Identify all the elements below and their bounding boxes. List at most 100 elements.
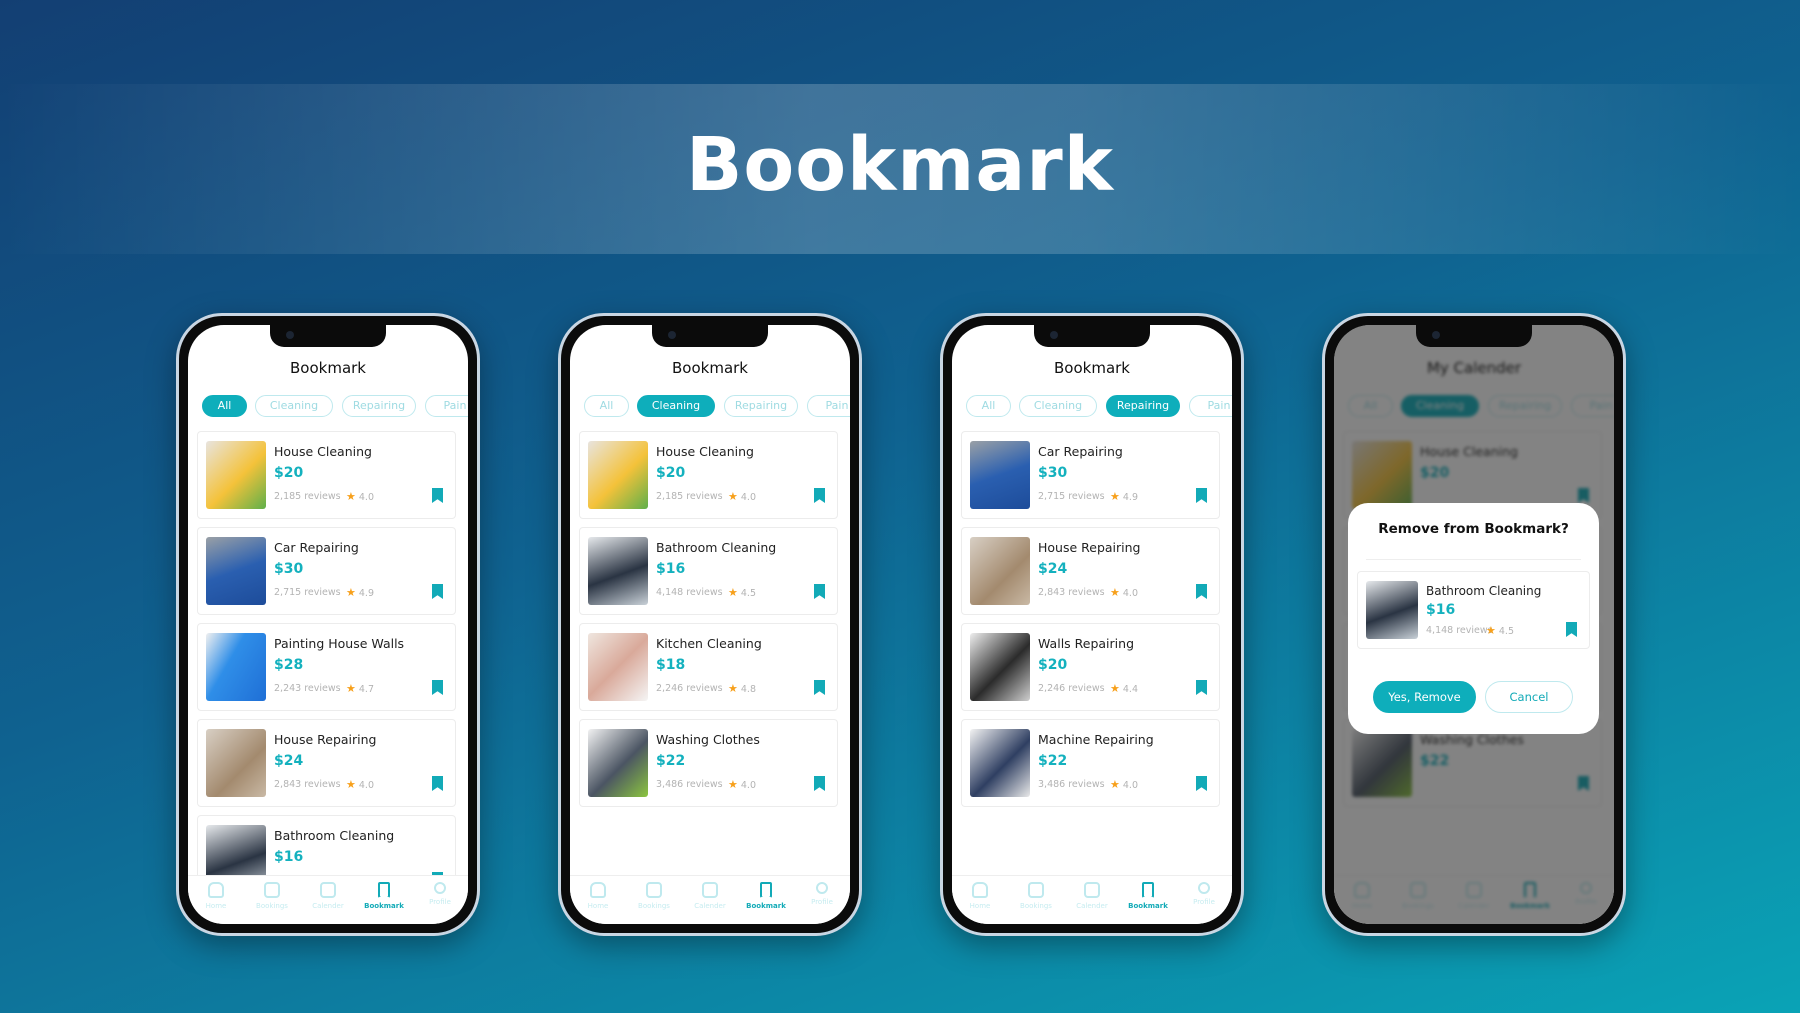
bookmark-card[interactable]: Bathroom Cleaning $16 4,148 reviews ★ 4.5 bbox=[579, 527, 838, 615]
nav-label: Bookings bbox=[1020, 902, 1052, 910]
bookmark-card[interactable]: House Cleaning $20 2,185 reviews ★ 4.0 bbox=[197, 431, 456, 519]
service-name: Bathroom Cleaning bbox=[656, 540, 777, 555]
bookmark-card[interactable]: Painting House Walls $28 2,243 reviews ★ 4.7 bbox=[197, 623, 456, 711]
filter-chip-pain[interactable]: Pain bbox=[1189, 395, 1232, 417]
bookmark-card[interactable]: Kitchen Cleaning $18 2,246 reviews ★ 4.8 bbox=[579, 623, 838, 711]
filter-chip-all[interactable]: All bbox=[202, 395, 247, 417]
filter-chip-cleaning[interactable]: Cleaning bbox=[255, 395, 333, 417]
bookmark-card[interactable]: Car Repairing $30 2,715 reviews ★ 4.9 bbox=[961, 431, 1220, 519]
bookmark-icon[interactable] bbox=[1196, 680, 1207, 695]
service-price: $22 bbox=[1038, 753, 1068, 769]
phone-mockup: Bookmark All Cleaning Repairing Pain House Cl… bbox=[558, 313, 862, 936]
cancel-button[interactable]: Cancel bbox=[1485, 681, 1573, 713]
bookmark-icon[interactable] bbox=[1566, 622, 1577, 637]
nav-calender[interactable]: Calender bbox=[1064, 876, 1120, 924]
nav-home[interactable]: Home bbox=[952, 876, 1008, 924]
nav-label: Bookings bbox=[638, 902, 670, 910]
nav-calender[interactable]: Calender bbox=[300, 876, 356, 924]
bookmark-icon[interactable] bbox=[432, 680, 443, 695]
service-image bbox=[970, 633, 1030, 701]
nav-bookmark[interactable]: Bookmark bbox=[356, 876, 412, 924]
bookmark-card[interactable]: House Repairing $24 2,843 reviews ★ 4.0 bbox=[961, 527, 1220, 615]
rating: ★ 4.0 bbox=[346, 778, 374, 791]
bookmark-icon[interactable] bbox=[814, 488, 825, 503]
bookmark-card[interactable]: House Repairing $24 2,843 reviews ★ 4.0 bbox=[197, 719, 456, 807]
bookmark-icon[interactable] bbox=[1196, 488, 1207, 503]
phone-notch bbox=[652, 325, 768, 347]
service-price: $28 bbox=[274, 657, 304, 673]
calendar-icon bbox=[1084, 882, 1100, 898]
nav-calender[interactable]: Calender bbox=[682, 876, 738, 924]
phone-mockup: Bookmark All Cleaning Repairing Pain House Cl… bbox=[176, 313, 480, 936]
nav-label: Calender bbox=[312, 902, 344, 910]
home-icon bbox=[590, 882, 606, 898]
filter-chip-all[interactable]: All bbox=[966, 395, 1011, 417]
bookings-icon bbox=[264, 882, 280, 898]
filter-chip-pain[interactable]: Pain bbox=[807, 395, 850, 417]
rating: ★ 4.9 bbox=[1110, 490, 1138, 503]
nav-bookmark[interactable]: Bookmark bbox=[1120, 876, 1176, 924]
bookmark-card[interactable]: Washing Clothes $22 3,486 reviews ★ 4.0 bbox=[579, 719, 838, 807]
bookmark-card[interactable]: Bathroom Cleaning $16 4,148 reviews ★ 4.5 bbox=[1357, 571, 1590, 649]
nav-profile[interactable]: Profile bbox=[412, 876, 468, 924]
bookmark-icon[interactable] bbox=[432, 776, 443, 791]
bookmark-card[interactable]: Machine Repairing $22 3,486 reviews ★ 4.0 bbox=[961, 719, 1220, 807]
rating-value: 4.8 bbox=[740, 684, 756, 695]
nav-bookings[interactable]: Bookings bbox=[1008, 876, 1064, 924]
bookmark-icon[interactable] bbox=[814, 584, 825, 599]
nav-bookmark[interactable]: Bookmark bbox=[738, 876, 794, 924]
nav-profile[interactable]: Profile bbox=[794, 876, 850, 924]
review-count: 3,486 reviews bbox=[656, 779, 723, 790]
nav-label: Profile bbox=[1193, 898, 1215, 906]
filter-chip-repairing[interactable]: Repairing bbox=[724, 395, 798, 417]
screen-title: Bookmark bbox=[672, 359, 748, 377]
bookmark-icon[interactable] bbox=[432, 584, 443, 599]
service-name: House Repairing bbox=[1038, 540, 1141, 555]
service-price: $16 bbox=[1426, 602, 1456, 618]
review-count: 2,843 reviews bbox=[1038, 587, 1105, 598]
nav-label: Profile bbox=[811, 898, 833, 906]
rating: ★ 4.0 bbox=[1110, 778, 1138, 791]
bookmark-icon[interactable] bbox=[1196, 584, 1207, 599]
filter-chip-all[interactable]: All bbox=[584, 395, 629, 417]
bookmark-icon[interactable] bbox=[814, 776, 825, 791]
rating-value: 4.0 bbox=[740, 780, 756, 791]
bookings-icon bbox=[646, 882, 662, 898]
rating-value: 4.7 bbox=[358, 684, 374, 695]
service-image bbox=[206, 441, 266, 509]
bookmark-icon[interactable] bbox=[814, 680, 825, 695]
nav-bookings[interactable]: Bookings bbox=[244, 876, 300, 924]
filter-chip-repairing[interactable]: Repairing bbox=[1106, 395, 1180, 417]
filter-chip-pain[interactable]: Pain bbox=[425, 395, 468, 417]
rating: ★ 4.0 bbox=[728, 490, 756, 503]
nav-label: Calender bbox=[1076, 902, 1108, 910]
review-count: 2,246 reviews bbox=[1038, 683, 1105, 694]
nav-label: Bookings bbox=[256, 902, 288, 910]
filter-chip-repairing[interactable]: Repairing bbox=[342, 395, 416, 417]
confirm-remove-button[interactable]: Yes, Remove bbox=[1373, 681, 1476, 713]
profile-icon bbox=[816, 882, 828, 894]
service-image bbox=[206, 729, 266, 797]
bookmark-icon[interactable] bbox=[432, 488, 443, 503]
page-title: Bookmark bbox=[685, 122, 1115, 208]
bookmark-icon[interactable] bbox=[1196, 776, 1207, 791]
service-name: House Cleaning bbox=[274, 444, 372, 459]
service-price: $20 bbox=[274, 465, 304, 481]
nav-home[interactable]: Home bbox=[188, 876, 244, 924]
review-count: 2,715 reviews bbox=[1038, 491, 1105, 502]
star-icon: ★ bbox=[346, 490, 356, 503]
filter-chip-cleaning[interactable]: Cleaning bbox=[1019, 395, 1097, 417]
service-price: $16 bbox=[274, 849, 304, 865]
service-image bbox=[970, 729, 1030, 797]
nav-profile[interactable]: Profile bbox=[1176, 876, 1232, 924]
filter-chip-cleaning[interactable]: Cleaning bbox=[637, 395, 715, 417]
bookmark-card[interactable]: House Cleaning $20 2,185 reviews ★ 4.0 bbox=[579, 431, 838, 519]
bookmark-card[interactable]: Car Repairing $30 2,715 reviews ★ 4.9 bbox=[197, 527, 456, 615]
service-name: Car Repairing bbox=[1038, 444, 1123, 459]
bookmark-card[interactable]: Walls Repairing $20 2,246 reviews ★ 4.4 bbox=[961, 623, 1220, 711]
phone-screen: Bookmark All Cleaning Repairing Pain Car Repa… bbox=[952, 325, 1232, 924]
rating: ★ 4.0 bbox=[728, 778, 756, 791]
star-icon: ★ bbox=[728, 490, 738, 503]
nav-home[interactable]: Home bbox=[570, 876, 626, 924]
nav-bookings[interactable]: Bookings bbox=[626, 876, 682, 924]
